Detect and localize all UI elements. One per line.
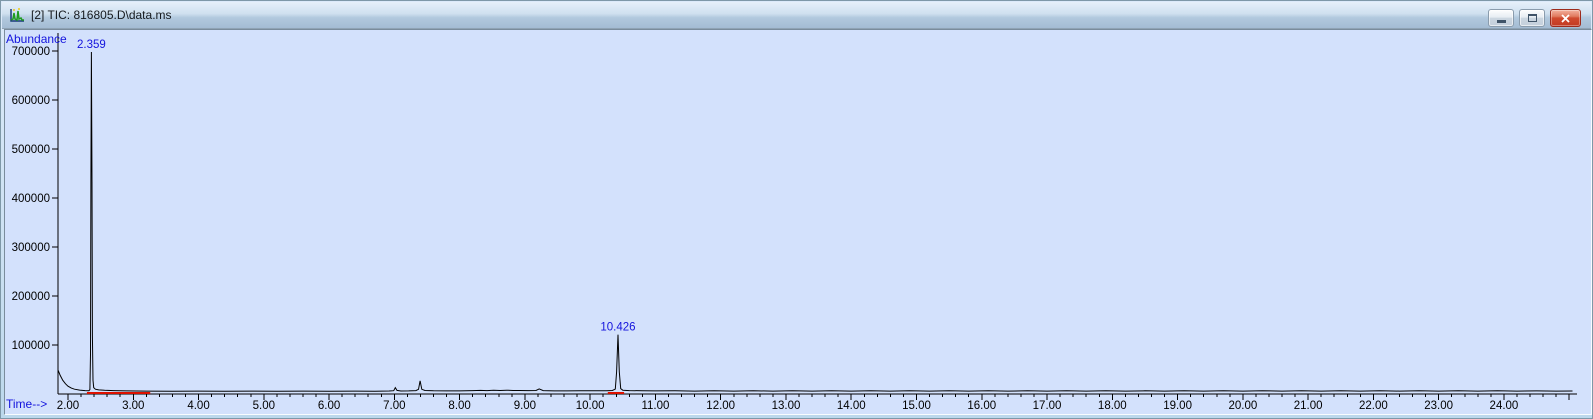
x-tick-label: 3.00 [122, 400, 144, 412]
integration-baseline-mark [86, 392, 151, 394]
y-tick-label: 100000 [12, 340, 50, 352]
chemstation-window: [2] TIC: 816805.D\data.ms 100000 200000 30… [0, 0, 1593, 419]
y-tick-label: 300000 [12, 242, 50, 254]
tic-trace [57, 51, 1573, 392]
integration-baseline-mark [607, 392, 625, 394]
chromatogram-window-icon [9, 7, 26, 24]
x-tick-label: 10.00 [576, 400, 605, 412]
x-tick-label: 12.00 [706, 400, 735, 412]
y-tick-label: 600000 [12, 95, 50, 107]
x-tick-label: 5.00 [253, 400, 275, 412]
x-tick-label: 7.00 [383, 400, 405, 412]
x-tick-label: 14.00 [837, 400, 866, 412]
minimize-icon [1496, 20, 1506, 23]
chromatogram-plot-area[interactable]: 100000 200000 300000 400000 500000 600000 7000… [4, 29, 1592, 415]
maximize-button[interactable] [1519, 9, 1545, 27]
maximize-icon [1527, 14, 1537, 22]
x-tick-label: 20.00 [1228, 400, 1257, 412]
x-tick-label: 4.00 [187, 400, 209, 412]
x-tick-label: 9.00 [514, 400, 536, 412]
x-tick-label: 19.00 [1163, 400, 1192, 412]
x-tick-label: 2.00 [57, 400, 79, 412]
x-tick-label: 18.00 [1098, 400, 1127, 412]
x-tick-label: 11.00 [641, 400, 669, 412]
x-tick-label: 17.00 [1033, 400, 1062, 412]
x-tick-label: 23.00 [1424, 400, 1453, 412]
y-tick-label: 200000 [12, 291, 50, 303]
y-axis-title: Abundance [6, 32, 67, 46]
peak-retention-time-label: 2.359 [77, 39, 106, 51]
x-tick-label: 15.00 [902, 400, 931, 412]
chromatogram-canvas: 100000 200000 300000 400000 500000 600000 7000… [6, 32, 1577, 412]
y-tick-label: 700000 [12, 46, 50, 58]
peak-retention-time-label: 10.426 [600, 322, 635, 334]
x-tick-label: 8.00 [448, 400, 470, 412]
window-titlebar[interactable]: [2] TIC: 816805.D\data.ms [2, 2, 1591, 29]
window-controls [1488, 9, 1581, 27]
x-tick-label: 6.00 [318, 400, 340, 412]
close-button[interactable] [1550, 9, 1581, 27]
x-tick-label: 22.00 [1359, 400, 1388, 412]
y-tick-label: 400000 [12, 193, 50, 205]
x-tick-label: 21.00 [1294, 400, 1323, 412]
window-title: [2] TIC: 816805.D\data.ms [31, 8, 172, 22]
y-tick-label: 500000 [12, 144, 50, 156]
x-tick-label: 24.00 [1490, 400, 1519, 412]
x-tick-label: 16.00 [967, 400, 996, 412]
minimize-button[interactable] [1488, 9, 1514, 27]
x-tick-label: 13.00 [772, 400, 801, 412]
close-icon [1561, 13, 1570, 23]
x-axis-title: Time--> [6, 397, 47, 411]
